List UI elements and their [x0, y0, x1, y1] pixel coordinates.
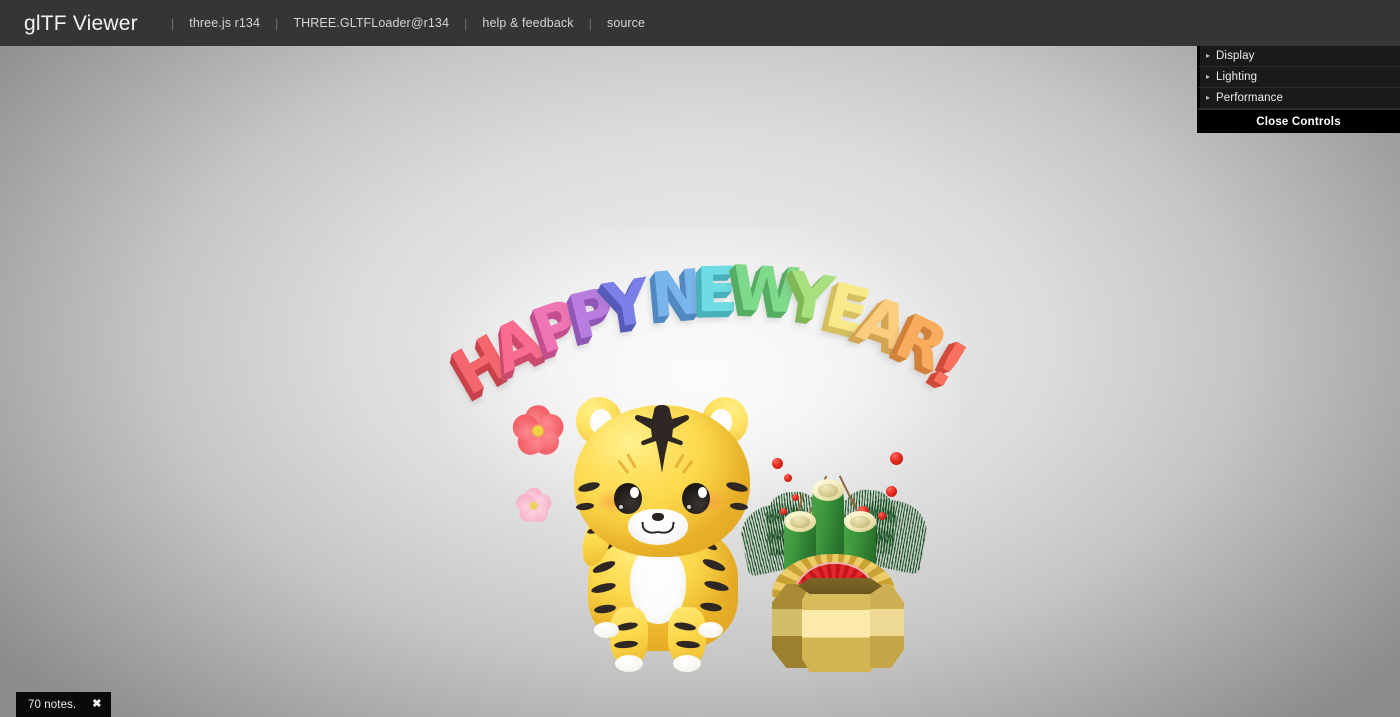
berry — [890, 452, 903, 465]
tiger-eye-right — [682, 483, 710, 514]
chevron-right-icon: ▸ — [1206, 72, 1211, 81]
pot-rim-opening — [798, 578, 882, 594]
plum-blossom-pink — [512, 484, 556, 528]
tiger-paw-left — [594, 622, 619, 638]
scene-stage: H A P P Y N E W Y E A R! — [0, 46, 1400, 717]
bamboo-left-hole — [790, 515, 810, 528]
pot-facet-right — [870, 584, 904, 668]
close-controls-button[interactable]: Close Controls — [1197, 109, 1400, 133]
gltf-viewer-app: glTF Viewer | three.js r134 | THREE.GLTF… — [0, 0, 1400, 717]
header-separator-1: | — [170, 15, 175, 31]
tiger-character — [570, 391, 755, 676]
tiger-eye-highlight — [630, 487, 639, 498]
model-viewport[interactable]: H A P P Y N E W Y E A R! — [0, 46, 1400, 717]
tiger-paw-right — [698, 622, 723, 638]
berry — [792, 494, 799, 501]
berry — [784, 474, 792, 482]
forehead-blaze-icon — [634, 405, 690, 473]
controls-panel: ▸ Display ▸ Lighting ▸ Performance Close… — [1197, 46, 1400, 133]
bamboo-right-hole — [850, 515, 870, 528]
tiger-foot-right — [673, 655, 701, 672]
header-separator-2: | — [275, 15, 279, 31]
app-header: glTF Viewer | three.js r134 | THREE.GLTF… — [0, 0, 1400, 46]
bamboo-tall-hole — [818, 483, 838, 497]
gui-folder-display[interactable]: ▸ Display — [1197, 46, 1400, 67]
berry — [772, 458, 783, 469]
header-links: | three.js r134 | THREE.GLTFLoader@r134 … — [156, 16, 645, 31]
gui-folder-performance[interactable]: ▸ Performance — [1197, 88, 1400, 109]
tiger-eye-glint — [687, 505, 691, 509]
link-help-feedback[interactable]: help & feedback — [482, 16, 573, 30]
close-icon[interactable]: ✖ — [92, 699, 101, 710]
tiger-eye-left — [614, 483, 642, 514]
berry — [886, 486, 897, 497]
link-source[interactable]: source — [607, 16, 645, 30]
tiger-eye-glint — [619, 505, 623, 509]
header-separator-3: | — [464, 15, 468, 31]
notification-toast: 70 notes. ✖ — [16, 692, 112, 717]
chevron-right-icon: ▸ — [1206, 51, 1211, 60]
happy-new-year-text: H A P P Y N E W Y E A R! — [440, 246, 980, 409]
link-threejs-version[interactable]: three.js r134 — [189, 16, 260, 30]
tiger-eye-highlight — [698, 487, 707, 498]
link-gltfloader-version[interactable]: THREE.GLTFLoader@r134 — [293, 16, 449, 30]
tiger-forehead-mark — [632, 403, 692, 475]
berry — [878, 512, 886, 520]
gui-folder-lighting-label: Lighting — [1216, 71, 1258, 83]
plum-blossom-red — [505, 398, 571, 464]
gui-folder-performance-label: Performance — [1216, 92, 1283, 104]
pot-front — [802, 586, 878, 672]
tiger-foot-left — [615, 655, 643, 672]
berry — [780, 508, 787, 515]
kadomatsu-decoration — [735, 446, 935, 672]
close-controls-label: Close Controls — [1256, 115, 1341, 128]
notification-text: 70 notes. — [28, 698, 77, 711]
page-title: glTF Viewer — [24, 11, 138, 35]
gui-folder-display-label: Display — [1216, 50, 1255, 62]
greeting-letter: Y — [599, 263, 656, 344]
chevron-right-icon: ▸ — [1206, 93, 1211, 102]
header-separator-4: | — [588, 15, 592, 31]
gui-folder-lighting[interactable]: ▸ Lighting — [1197, 67, 1400, 88]
